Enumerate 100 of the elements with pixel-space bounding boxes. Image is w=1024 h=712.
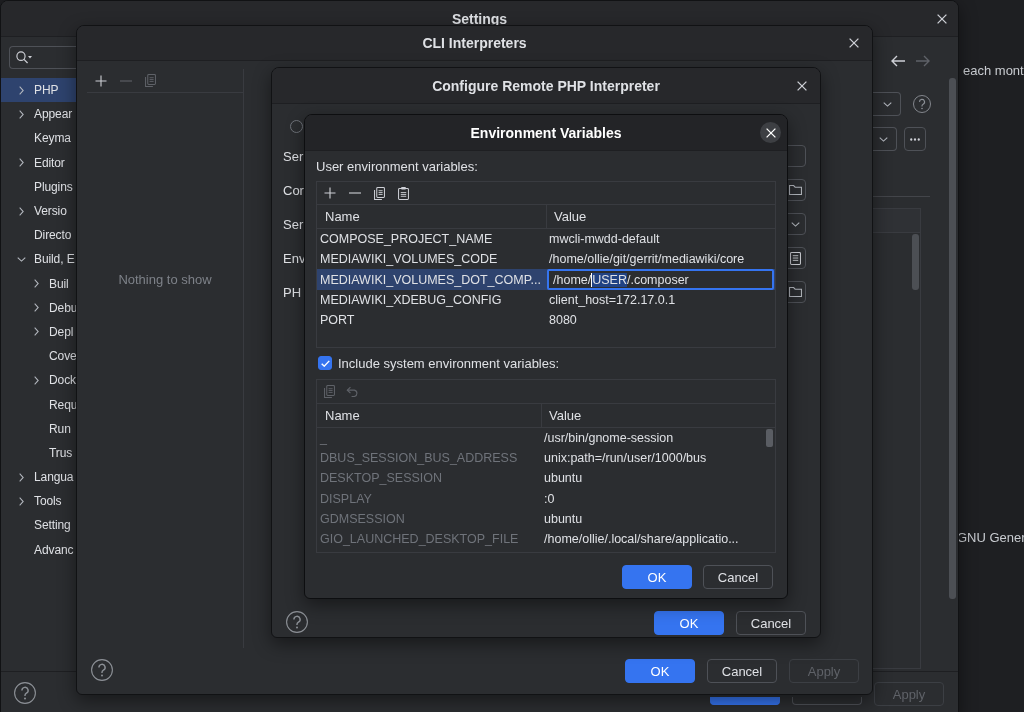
- dialog-title: Environment Variables: [470, 124, 622, 141]
- tree-item[interactable]: Appear: [1, 102, 77, 127]
- table-cell-text: /usr/bin/gnome-session: [543, 430, 675, 448]
- table-row[interactable]: MEDIAWIKI_XDEBUG_CONFIG client_host=172.17.0.1: [317, 289, 775, 310]
- more-button[interactable]: [904, 127, 926, 151]
- cancel-button[interactable]: Cancel: [707, 659, 777, 683]
- text-selection: USER: [591, 272, 627, 287]
- chevron-right-icon[interactable]: [18, 85, 24, 95]
- ok-button[interactable]: OK: [625, 659, 695, 683]
- check-icon: [320, 359, 330, 367]
- field-label: Cor: [283, 182, 304, 198]
- help-icon[interactable]: [91, 659, 113, 681]
- table-row[interactable]: PORT 8080: [317, 309, 775, 330]
- table-cell-text: /home/ollie/git/gerrit/mediawiki/core: [548, 251, 746, 269]
- tree-item[interactable]: Plugins: [1, 174, 77, 199]
- tree-item[interactable]: Setting: [1, 513, 77, 538]
- column-header[interactable]: Name: [317, 205, 546, 228]
- empty-list-text: Nothing to show: [118, 272, 212, 287]
- tree-item[interactable]: Versio: [1, 198, 77, 224]
- paste-icon[interactable]: [398, 186, 409, 200]
- tree-item[interactable]: Langua: [1, 465, 77, 490]
- table-cell-text: PORT: [319, 311, 356, 329]
- chevron-right-icon[interactable]: [33, 303, 39, 313]
- table-cell-text: 8080: [548, 311, 578, 329]
- field-label: PH: [283, 284, 302, 300]
- help-icon[interactable]: [913, 95, 931, 113]
- table-cell-text: MEDIAWIKI_VOLUMES_CODE: [319, 251, 499, 269]
- copy-icon[interactable]: [374, 186, 385, 200]
- chevron-right-icon[interactable]: [18, 158, 24, 168]
- table-cell-text: _: [319, 430, 328, 448]
- table-cell-text: COMPOSE_PROJECT_NAME: [319, 231, 494, 249]
- chevron-right-icon[interactable]: [18, 109, 24, 119]
- tree-item[interactable]: Cove: [1, 344, 77, 369]
- table-cell-text: MEDIAWIKI_XDEBUG_CONFIG: [319, 291, 503, 309]
- column-header[interactable]: Value: [546, 205, 775, 228]
- tree-item[interactable]: Directo: [1, 223, 77, 248]
- tree-item[interactable]: Editor: [1, 150, 77, 175]
- folder-icon: [788, 287, 802, 297]
- scrollbar-thumb[interactable]: [949, 78, 956, 599]
- table-row[interactable]: MEDIAWIKI_VOLUMES_CODE /home/ollie/git/gerrit/mediawiki/core: [317, 249, 775, 270]
- chevron-right-icon[interactable]: [18, 206, 24, 216]
- add-icon[interactable]: [324, 187, 336, 199]
- section-label: User environment variables:: [316, 159, 478, 175]
- chevron-down-icon: [790, 221, 800, 227]
- cancel-button[interactable]: Cancel: [736, 611, 806, 635]
- field-label: Ser: [283, 148, 304, 164]
- tree-item[interactable]: Advanc: [1, 537, 77, 562]
- chevron-right-icon[interactable]: [33, 279, 39, 289]
- chevron-down-icon[interactable]: [16, 256, 26, 262]
- back-arrow-icon[interactable]: [891, 55, 905, 67]
- window-title: Settings: [451, 10, 508, 27]
- checkbox[interactable]: [318, 356, 332, 370]
- table-cell-text: ubuntu: [543, 510, 584, 528]
- background-text: each mont: [963, 63, 1024, 79]
- table-cell-text: DISPLAY: [319, 490, 373, 508]
- tree-item[interactable]: Keyma: [1, 126, 77, 151]
- table-cell-text: /home/ollie/.local/share/applicatio...: [543, 531, 740, 549]
- chevron-right-icon[interactable]: [18, 472, 24, 482]
- tree-item[interactable]: Buil: [1, 271, 77, 296]
- chevron-down-icon: [879, 136, 888, 142]
- add-icon[interactable]: [95, 74, 107, 87]
- dialog-title: CLI Interpreters: [422, 35, 527, 51]
- dialog-title: Configure Remote PHP Interpreter: [432, 77, 660, 94]
- input-field[interactable]: /home/USER/.composer: [547, 269, 774, 291]
- close-button[interactable]: [760, 122, 781, 143]
- column-header[interactable]: Name: [317, 404, 541, 427]
- ellipsis-icon: [910, 137, 920, 141]
- close-icon[interactable]: [849, 38, 859, 48]
- table-row[interactable]: MEDIAWIKI_VOLUMES_DOT_COMP... /home/USER/.composer: [317, 269, 775, 290]
- table-cell-text: GIO_LAUNCHED_DESKTOP_FILE: [319, 531, 520, 549]
- table-row[interactable]: COMPOSE_PROJECT_NAME mwcli-mwdd-default: [317, 229, 775, 250]
- checkbox-label: Include system environment variables:: [338, 355, 560, 371]
- folder-icon: [788, 185, 802, 195]
- tree-item[interactable]: PHP: [1, 78, 77, 103]
- scrollbar-thumb[interactable]: [766, 429, 773, 447]
- chevron-right-icon[interactable]: [18, 496, 24, 506]
- close-icon[interactable]: [797, 80, 807, 91]
- close-icon[interactable]: [937, 13, 947, 24]
- ok-button[interactable]: OK: [622, 565, 692, 589]
- tree-item[interactable]: Trus: [1, 440, 77, 465]
- column-header[interactable]: Value: [541, 404, 775, 427]
- table-cell-text: mwcli-mwdd-default: [548, 231, 661, 249]
- table-cell-text: client_host=172.17.0.1: [548, 291, 677, 309]
- help-icon[interactable]: [286, 611, 308, 633]
- chevron-right-icon[interactable]: [33, 375, 39, 385]
- search-icon: [16, 51, 32, 64]
- close-icon: [765, 127, 776, 138]
- cancel-button[interactable]: Cancel: [703, 565, 773, 589]
- ok-button[interactable]: OK: [654, 611, 724, 635]
- help-icon[interactable]: [14, 682, 36, 704]
- chevron-right-icon[interactable]: [33, 327, 39, 337]
- table-cell-text: GDMSESSION: [319, 510, 406, 528]
- tree-item[interactable]: Run: [1, 416, 77, 441]
- table-cell-text: ubuntu: [543, 470, 584, 488]
- tree-item[interactable]: Build, E: [1, 247, 77, 272]
- tree-item[interactable]: Tools: [1, 489, 77, 514]
- tree-item[interactable]: Dock: [1, 368, 77, 393]
- document-icon: [789, 251, 801, 265]
- scrollbar-thumb[interactable]: [912, 234, 919, 290]
- tree-item[interactable]: Depl: [1, 319, 77, 345]
